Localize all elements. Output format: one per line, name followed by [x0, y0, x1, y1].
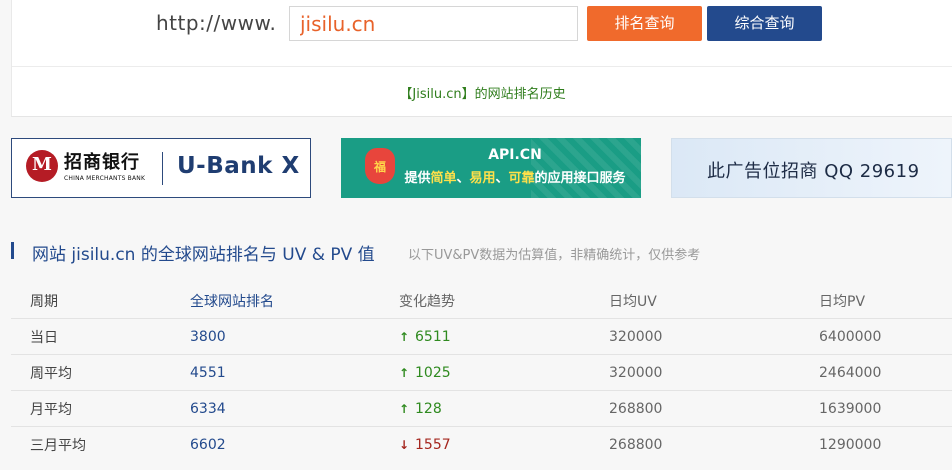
trend-cell: ↑ 6511: [399, 318, 609, 355]
table-row: 三月平均 6602 ↓ 1557 268800 1290000: [11, 427, 952, 463]
trend-cell: ↑ 128: [399, 390, 609, 427]
cmb-name-en: CHINA MERCHANTS BANK: [64, 175, 146, 182]
uv-cell: 268800: [609, 436, 663, 453]
slogan-prefix: 提供: [404, 171, 431, 186]
trend-cell: ↑ 1025: [399, 354, 609, 391]
section-note: 以下UV&PV数据为估算值，非精确统计，仅供参考: [408, 248, 701, 263]
ranking-table: 周期 全球网站排名 变化趋势 日均UV 日均PV 当日 3800 ↑ 6511 3…: [11, 283, 952, 462]
slogan-separator: 、: [456, 171, 470, 186]
ad-slot-text: 此广告位招商 QQ 29619: [707, 161, 920, 182]
slogan-highlight: 可靠: [508, 171, 535, 186]
url-prefix: http://www.: [156, 11, 277, 35]
period-cell: 三月平均: [30, 437, 86, 454]
uv-cell: 320000: [609, 354, 819, 391]
header-daily-pv: 日均PV: [819, 283, 952, 319]
cmb-separator: [162, 152, 163, 185]
search-panel: http://www. 排名查询 综合查询 【Jisilu.cn】的网站排名历史: [11, 0, 952, 117]
trend-value: 1025: [415, 364, 451, 381]
rank-cell: 6334: [190, 390, 399, 427]
slogan-suffix: 的应用接口服务: [534, 171, 626, 186]
table-row: 周平均 4551 ↑ 1025 320000 2464000: [11, 354, 952, 391]
pv-cell: 2464000: [819, 354, 952, 391]
api-cn-ad[interactable]: 福 API.CN 提供简单、易用、可靠的应用接口服务: [341, 138, 641, 198]
arrow-up-icon: ↑: [399, 365, 410, 380]
ad-slot-banner[interactable]: 此广告位招商 QQ 29619: [671, 138, 952, 198]
divider: [12, 66, 952, 67]
table-row: 当日 3800 ↑ 6511 320000 6400000: [11, 318, 952, 355]
rank-query-button[interactable]: 排名查询: [587, 6, 702, 41]
table-header-row: 周期 全球网站排名 变化趋势 日均UV 日均PV: [11, 283, 952, 319]
uv-cell: 268800: [609, 390, 819, 427]
pv-cell: 1639000: [819, 390, 952, 427]
arrow-down-icon: ↓: [399, 437, 410, 452]
section-title: 网站 jisilu.cn 的全球网站排名与 UV & PV 值: [32, 245, 375, 265]
api-ad-title: API.CN: [488, 147, 542, 163]
rank-cell: 6602: [190, 436, 226, 453]
cmb-logo-mark: M: [32, 154, 52, 175]
period-cell: 周平均: [11, 354, 190, 391]
domain-input[interactable]: [289, 6, 578, 41]
trend-value: 1557: [415, 436, 451, 453]
cmb-ubank-ad[interactable]: M 招商银行 CHINA MERCHANTS BANK U-Bank X: [11, 138, 311, 198]
slogan-highlight: 易用: [469, 171, 496, 186]
trend-value: 128: [415, 400, 442, 417]
period-cell: 月平均: [11, 390, 190, 427]
uv-cell: 320000: [609, 318, 819, 355]
ubank-product-name: U-Bank X: [177, 153, 300, 179]
arrow-up-icon: ↑: [399, 329, 410, 344]
trend-cell: ↓ 1557: [399, 427, 609, 463]
rank-cell: 3800: [190, 318, 399, 355]
header-global-rank: 全球网站排名: [190, 283, 399, 319]
cmb-name-cn: 招商银行: [64, 152, 140, 173]
rank-history-link[interactable]: 【Jisilu.cn】的网站排名历史: [12, 83, 952, 102]
trend-value: 6511: [415, 328, 451, 345]
table-row: 月平均 6334 ↑ 128 268800 1639000: [11, 390, 952, 427]
rank-cell: 4551: [190, 354, 399, 391]
slogan-highlight: 简单: [430, 171, 457, 186]
header-trend: 变化趋势: [399, 283, 609, 319]
pv-cell: 6400000: [819, 318, 952, 355]
section-marker: [11, 242, 14, 259]
period-cell: 当日: [11, 318, 190, 355]
combined-query-button[interactable]: 综合查询: [707, 6, 822, 41]
slogan-separator: 、: [495, 171, 509, 186]
api-ad-slogan: 提供简单、易用、可靠的应用接口服务: [341, 167, 641, 186]
arrow-up-icon: ↑: [399, 401, 410, 416]
pv-cell: 1290000: [819, 436, 882, 453]
header-daily-uv: 日均UV: [609, 283, 819, 319]
header-period: 周期: [11, 283, 190, 319]
